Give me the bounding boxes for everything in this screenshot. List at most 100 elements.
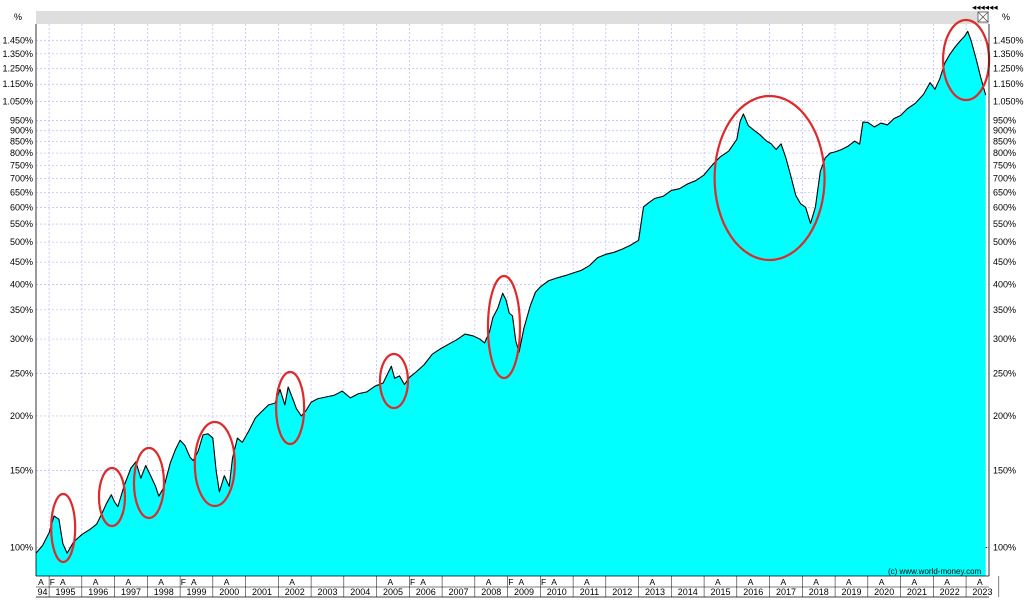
year-label: 2017 xyxy=(776,587,796,597)
y-tick-label-right: 1.250% xyxy=(993,63,1024,73)
y-tick-label-right: 300% xyxy=(993,334,1016,344)
year-label: 2020 xyxy=(874,587,894,597)
y-tick-label-left: 650% xyxy=(10,187,33,197)
month-marker-label: A xyxy=(879,577,885,587)
month-marker-label: A xyxy=(911,577,917,587)
y-tick-label-right: 900% xyxy=(993,126,1016,136)
y-tick-label-right: 500% xyxy=(993,237,1016,247)
month-marker-label: A xyxy=(60,577,66,587)
y-tick-label-right: 450% xyxy=(993,257,1016,267)
y-tick-label-right: 650% xyxy=(993,187,1016,197)
y-tick-label-left: 1.150% xyxy=(2,79,33,89)
y-tick-label-right: 950% xyxy=(993,115,1016,125)
y-tick-label-right: 600% xyxy=(993,203,1016,213)
y-tick-label-right: 1.150% xyxy=(993,79,1024,89)
y-tick-label-left: 400% xyxy=(10,280,33,290)
y-tick-label-right: 1.350% xyxy=(993,49,1024,59)
svg-text:◂◂◂◂◂◂: ◂◂◂◂◂◂ xyxy=(972,2,998,12)
year-label: 2003 xyxy=(317,587,337,597)
y-tick-label-left: 800% xyxy=(10,148,33,158)
y-tick-label-left: 1.350% xyxy=(2,49,33,59)
month-marker-label: A xyxy=(846,577,852,587)
y-tick-label-right: 150% xyxy=(993,466,1016,476)
month-marker-label: A xyxy=(944,577,950,587)
month-marker-label: A xyxy=(93,577,99,587)
year-label: 1999 xyxy=(186,587,206,597)
month-marker-label: A xyxy=(551,577,557,587)
y-tick-label-left: 600% xyxy=(10,203,33,213)
y-tick-label-right: 700% xyxy=(993,173,1016,183)
month-marker-label: A xyxy=(977,577,983,587)
year-label: 94 xyxy=(38,587,48,597)
y-tick-label-right: 250% xyxy=(993,369,1016,379)
year-label: 2004 xyxy=(350,587,370,597)
year-label: 2008 xyxy=(481,587,501,597)
year-label: 2001 xyxy=(252,587,272,597)
year-label: 1995 xyxy=(55,587,75,597)
year-label: 2018 xyxy=(809,587,829,597)
month-marker-label: F xyxy=(541,577,546,587)
y-tick-label-left: 100% xyxy=(10,542,33,552)
month-marker-label: A xyxy=(519,577,525,587)
y-tick-label-right: 850% xyxy=(993,137,1016,147)
year-label: 2011 xyxy=(580,587,599,597)
y-tick-label-left: 350% xyxy=(10,305,33,315)
month-marker-label: A xyxy=(813,577,819,587)
month-marker-label: A xyxy=(584,577,590,587)
year-label: 2006 xyxy=(416,587,436,597)
y-tick-label-right: 100% xyxy=(993,542,1016,552)
year-label: 2009 xyxy=(514,587,534,597)
y-tick-label-left: 950% xyxy=(10,115,33,125)
year-label: 2022 xyxy=(940,587,960,597)
month-marker-label: A xyxy=(289,577,295,587)
watermark-label: (c) www.world-money.com xyxy=(888,567,982,576)
year-label: 2013 xyxy=(645,587,665,597)
year-label: 2010 xyxy=(547,587,567,597)
month-marker-label: F xyxy=(410,577,415,587)
month-marker-label: F xyxy=(508,577,513,587)
y-tick-label-right: 1.050% xyxy=(993,96,1024,106)
log-area-chart: 100% 100% 150% 150% 200% 200% 250% 250% 300% 300%… xyxy=(0,0,1024,601)
year-label: 2002 xyxy=(285,587,305,597)
y-tick-label-left: 300% xyxy=(10,334,33,344)
y-tick-label-right: 750% xyxy=(993,160,1016,170)
year-label: 2019 xyxy=(841,587,861,597)
close-icon[interactable] xyxy=(977,11,989,23)
month-marker-label: A xyxy=(650,577,656,587)
top-bar xyxy=(36,11,989,24)
y-tick-label-left: 150% xyxy=(10,466,33,476)
month-marker-label: A xyxy=(748,577,754,587)
y-tick-label-left: 500% xyxy=(10,237,33,247)
y-tick-label-right: 800% xyxy=(993,148,1016,158)
month-marker-label: A xyxy=(38,577,44,587)
month-marker-label: A xyxy=(486,577,492,587)
y-tick-label-left: 550% xyxy=(10,219,33,229)
year-label: 1997 xyxy=(121,587,141,597)
year-label: 2016 xyxy=(743,587,763,597)
year-label: 2014 xyxy=(678,587,698,597)
right-unit-label: % xyxy=(1002,12,1010,22)
year-label: 1998 xyxy=(154,587,174,597)
year-label: 2005 xyxy=(383,587,403,597)
y-tick-label-right: 200% xyxy=(993,411,1016,421)
month-marker-label: A xyxy=(715,577,721,587)
y-tick-label-left: 1.250% xyxy=(2,63,33,73)
month-marker-label: A xyxy=(388,577,394,587)
left-unit-label: % xyxy=(14,12,22,22)
y-tick-label-left: 850% xyxy=(10,137,33,147)
year-label: 2021 xyxy=(907,587,927,597)
month-marker-label: A xyxy=(224,577,230,587)
year-label: 1996 xyxy=(88,587,108,597)
year-label: 2007 xyxy=(448,587,468,597)
month-marker-label: A xyxy=(780,577,786,587)
y-tick-label-left: 900% xyxy=(10,126,33,136)
chart-container: 100% 100% 150% 150% 200% 200% 250% 250% 300% 300%… xyxy=(0,0,1024,601)
y-tick-label-right: 400% xyxy=(993,280,1016,290)
y-tick-label-right: 350% xyxy=(993,305,1016,315)
y-tick-label-left: 700% xyxy=(10,173,33,183)
year-label: 2023 xyxy=(972,587,992,597)
month-marker-label: A xyxy=(420,577,426,587)
month-marker-label: F xyxy=(50,577,55,587)
y-tick-label-left: 250% xyxy=(10,369,33,379)
y-tick-label-left: 200% xyxy=(10,411,33,421)
